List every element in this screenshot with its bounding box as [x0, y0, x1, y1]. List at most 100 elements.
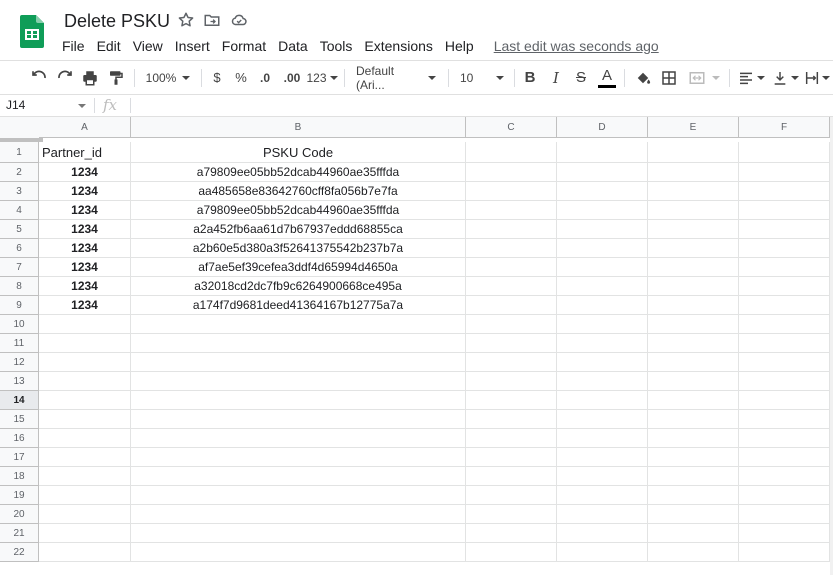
cell-e16[interactable]: [648, 429, 739, 448]
cell-c17[interactable]: [466, 448, 557, 467]
cell-a17[interactable]: [39, 448, 131, 467]
cell-e19[interactable]: [648, 486, 739, 505]
paint-format-icon[interactable]: [105, 61, 127, 94]
cell-c4[interactable]: [466, 201, 557, 220]
cell-e21[interactable]: [648, 524, 739, 543]
cell-d13[interactable]: [557, 372, 648, 391]
cell-b15[interactable]: [131, 410, 466, 429]
horizontal-align-icon[interactable]: [735, 61, 767, 94]
menu-extensions[interactable]: Extensions: [358, 35, 438, 57]
cell-f11[interactable]: [739, 334, 830, 353]
fill-color-icon[interactable]: [632, 61, 654, 94]
cell-e4[interactable]: [648, 201, 739, 220]
cell-c1[interactable]: [466, 142, 557, 163]
cell-e11[interactable]: [648, 334, 739, 353]
cell-c6[interactable]: [466, 239, 557, 258]
cell-a4[interactable]: 1234: [39, 201, 131, 220]
cell-f12[interactable]: [739, 353, 830, 372]
row-header-13[interactable]: 13: [0, 372, 39, 391]
cell-c7[interactable]: [466, 258, 557, 277]
cell-e8[interactable]: [648, 277, 739, 296]
cell-a16[interactable]: [39, 429, 131, 448]
cell-e5[interactable]: [648, 220, 739, 239]
column-header-c[interactable]: C: [466, 117, 557, 138]
cell-b9[interactable]: a174f7d9681deed41364167b12775a7a: [131, 296, 466, 315]
cell-e7[interactable]: [648, 258, 739, 277]
cell-e9[interactable]: [648, 296, 739, 315]
cell-a13[interactable]: [39, 372, 131, 391]
column-header-b[interactable]: B: [131, 117, 466, 138]
cell-b1[interactable]: PSKU Code: [131, 142, 466, 163]
cell-e20[interactable]: [648, 505, 739, 524]
zoom-select[interactable]: 100%: [142, 61, 194, 94]
cell-b20[interactable]: [131, 505, 466, 524]
column-header-d[interactable]: D: [557, 117, 648, 138]
cell-f22[interactable]: [739, 543, 830, 562]
cell-d9[interactable]: [557, 296, 648, 315]
cell-c18[interactable]: [466, 467, 557, 486]
cell-b18[interactable]: [131, 467, 466, 486]
row-header-17[interactable]: 17: [0, 448, 39, 467]
increase-decimal-button[interactable]: .00: [280, 61, 304, 94]
cell-a10[interactable]: [39, 315, 131, 334]
cell-b11[interactable]: [131, 334, 466, 353]
cell-e12[interactable]: [648, 353, 739, 372]
cell-c21[interactable]: [466, 524, 557, 543]
text-color-button[interactable]: A: [596, 61, 618, 94]
undo-icon[interactable]: [28, 61, 50, 94]
menu-tools[interactable]: Tools: [314, 35, 359, 57]
cell-c2[interactable]: [466, 163, 557, 182]
cell-d16[interactable]: [557, 429, 648, 448]
cell-a6[interactable]: 1234: [39, 239, 131, 258]
move-to-folder-icon[interactable]: [203, 11, 221, 29]
menu-data[interactable]: Data: [272, 35, 314, 57]
cell-c19[interactable]: [466, 486, 557, 505]
cell-f18[interactable]: [739, 467, 830, 486]
row-header-16[interactable]: 16: [0, 429, 39, 448]
currency-format-button[interactable]: $: [208, 61, 226, 94]
merge-cells-icon[interactable]: [684, 61, 724, 94]
cell-f7[interactable]: [739, 258, 830, 277]
cell-e10[interactable]: [648, 315, 739, 334]
cell-c13[interactable]: [466, 372, 557, 391]
cell-b16[interactable]: [131, 429, 466, 448]
row-header-3[interactable]: 3: [0, 182, 39, 201]
cell-d5[interactable]: [557, 220, 648, 239]
more-formats-select[interactable]: 123: [306, 61, 338, 94]
strikethrough-button[interactable]: S: [571, 61, 591, 94]
row-header-20[interactable]: 20: [0, 505, 39, 524]
cell-b19[interactable]: [131, 486, 466, 505]
cell-a5[interactable]: 1234: [39, 220, 131, 239]
cell-d12[interactable]: [557, 353, 648, 372]
cell-e1[interactable]: [648, 142, 739, 163]
cell-a15[interactable]: [39, 410, 131, 429]
cell-a22[interactable]: [39, 543, 131, 562]
column-header-e[interactable]: E: [648, 117, 739, 138]
spreadsheet-grid[interactable]: A B C D E F 1 Partner_id PSKU Code 2 1234 a79809ee0…: [0, 117, 833, 575]
cell-e15[interactable]: [648, 410, 739, 429]
cell-b3[interactable]: aa485658e83642760cff8fa056b7e7fa: [131, 182, 466, 201]
cell-f1[interactable]: [739, 142, 830, 163]
cell-a7[interactable]: 1234: [39, 258, 131, 277]
cell-d1[interactable]: [557, 142, 648, 163]
row-header-7[interactable]: 7: [0, 258, 39, 277]
cell-e14[interactable]: [648, 391, 739, 410]
cell-d20[interactable]: [557, 505, 648, 524]
row-header-1[interactable]: 1: [0, 142, 39, 163]
row-header-6[interactable]: 6: [0, 239, 39, 258]
cell-f20[interactable]: [739, 505, 830, 524]
cell-d11[interactable]: [557, 334, 648, 353]
cell-f10[interactable]: [739, 315, 830, 334]
cell-d7[interactable]: [557, 258, 648, 277]
cell-c10[interactable]: [466, 315, 557, 334]
cell-d19[interactable]: [557, 486, 648, 505]
cell-a20[interactable]: [39, 505, 131, 524]
menu-file[interactable]: File: [56, 35, 91, 57]
cell-c8[interactable]: [466, 277, 557, 296]
cell-d14[interactable]: [557, 391, 648, 410]
cell-e2[interactable]: [648, 163, 739, 182]
cell-a2[interactable]: 1234: [39, 163, 131, 182]
cell-d2[interactable]: [557, 163, 648, 182]
cell-b12[interactable]: [131, 353, 466, 372]
menu-view[interactable]: View: [127, 35, 169, 57]
